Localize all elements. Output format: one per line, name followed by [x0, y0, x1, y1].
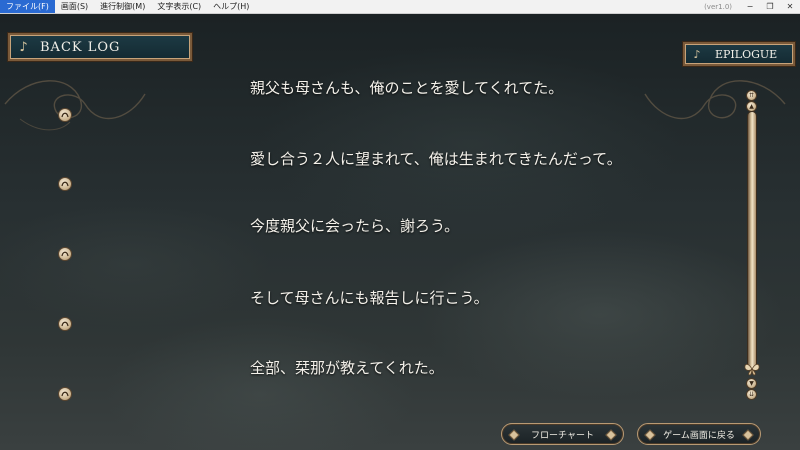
diamond-icon: [644, 429, 656, 441]
voice-replay-icon: [61, 391, 69, 397]
scroll-down-button[interactable]: ▼: [746, 378, 757, 389]
restore-button[interactable]: ❐: [760, 0, 780, 13]
menu-text-display[interactable]: 文字表示(C): [151, 0, 207, 13]
voice-replay-button-4[interactable]: [58, 317, 72, 331]
menu-help[interactable]: ヘルプ(H): [207, 0, 255, 13]
voice-replay-icon: [61, 251, 69, 257]
backlog-title-plaque: ♪ BACK LOG: [8, 33, 192, 61]
close-button[interactable]: ✕: [780, 0, 800, 13]
backlog-title: BACK LOG: [40, 39, 121, 55]
menu-file[interactable]: ファイル(F): [0, 0, 55, 13]
scroll-up-button[interactable]: ▲: [746, 101, 757, 112]
log-line-5: 全部、栞那が教えてくれた。: [250, 359, 444, 377]
chapter-title: EPILOGUE: [715, 47, 778, 61]
diamond-icon: [508, 429, 520, 441]
scroll-track[interactable]: [748, 112, 756, 370]
window-controls: (ver1.0) − ❐ ✕: [696, 0, 800, 13]
diamond-icon: [605, 429, 617, 441]
voice-replay-button-1[interactable]: [58, 108, 72, 122]
ornament-swirl-right: [644, 80, 786, 120]
flowchart-button[interactable]: フローチャート: [501, 423, 624, 445]
voice-replay-button-3[interactable]: [58, 247, 72, 261]
voice-replay-button-2[interactable]: [58, 177, 72, 191]
scroll-bottom-button[interactable]: ⇊: [746, 389, 757, 400]
flowchart-label: フローチャート: [531, 430, 594, 441]
music-note-icon: ♪: [19, 39, 29, 55]
log-line-4: そして母さんにも報告しに行こう。: [250, 289, 489, 307]
version-label: (ver1.0): [704, 2, 732, 11]
voice-replay-icon: [61, 321, 69, 327]
voice-replay-icon: [61, 181, 69, 187]
log-line-3: 今度親父に会ったら、謝ろう。: [250, 217, 460, 235]
menu-progress-control[interactable]: 進行制御(M): [94, 0, 151, 13]
scroll-top-button[interactable]: ⇈: [746, 90, 757, 101]
butterfly-icon[interactable]: [744, 362, 760, 376]
log-line-1: 親父も母さんも、俺のことを愛してくれてた。: [250, 79, 564, 97]
voice-replay-icon: [61, 112, 69, 118]
return-to-game-button[interactable]: ゲーム画面に戻る: [637, 423, 761, 445]
minimize-button[interactable]: −: [740, 0, 760, 13]
diamond-icon: [742, 429, 754, 441]
voice-replay-button-5[interactable]: [58, 387, 72, 401]
log-line-2: 愛し合う２人に望まれて、俺は生まれてきたんだって。: [250, 150, 622, 168]
menubar: ファイル(F) 画面(S) 進行制御(M) 文字表示(C) ヘルプ(H) (ve…: [0, 0, 800, 14]
return-label: ゲーム画面に戻る: [663, 430, 735, 441]
chapter-plaque: ♪ EPILOGUE: [683, 42, 795, 66]
menu-screen[interactable]: 画面(S): [55, 0, 94, 13]
music-note-icon: ♪: [693, 47, 701, 61]
ornament-swirl-left: [4, 80, 146, 131]
